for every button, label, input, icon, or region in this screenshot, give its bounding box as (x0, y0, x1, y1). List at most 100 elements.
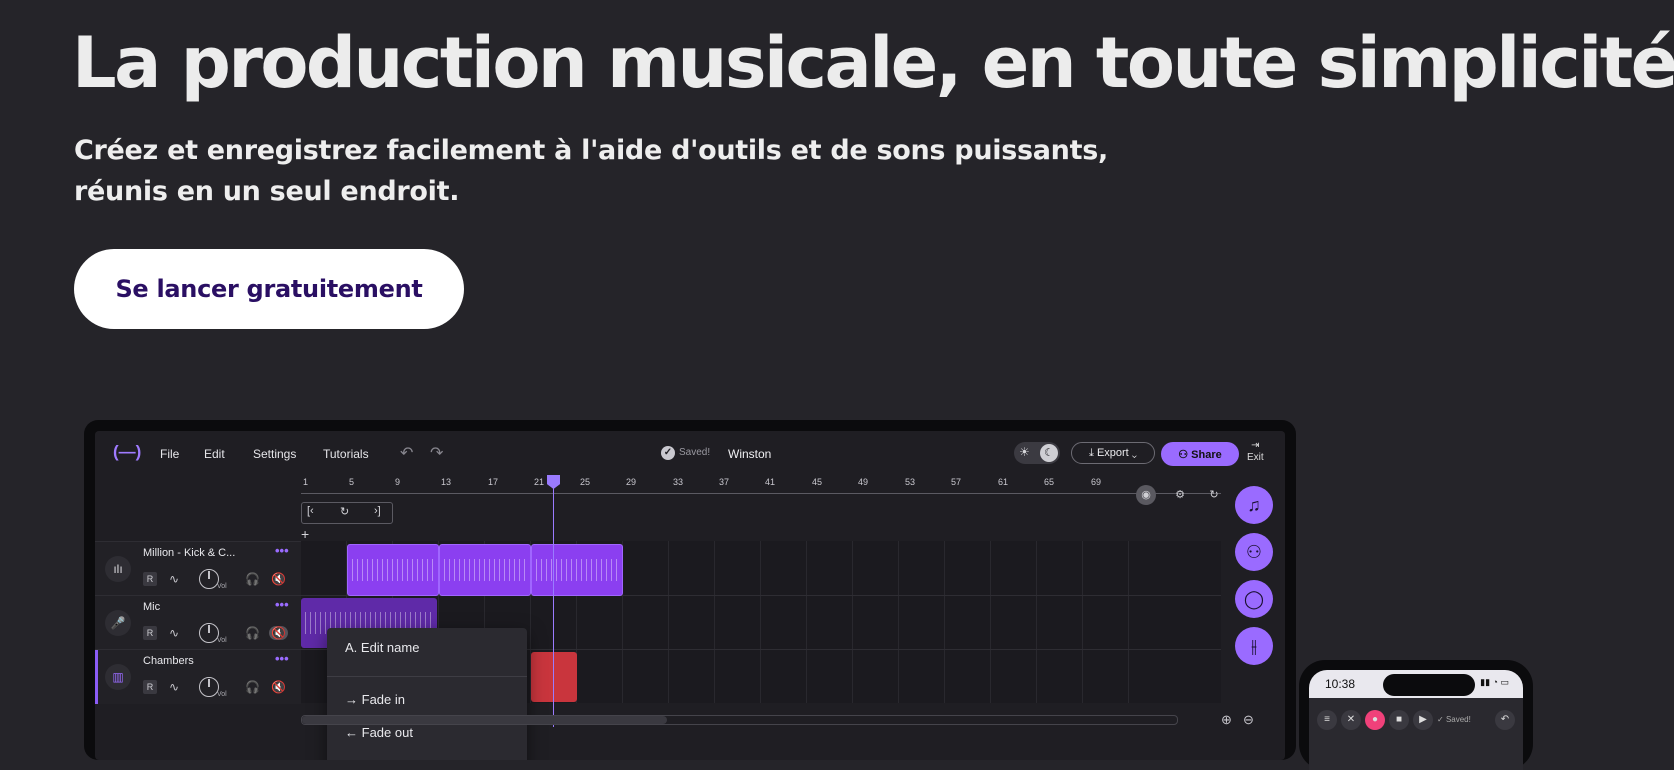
arrow-left-icon: ← (345, 725, 362, 740)
zoom-in-icon[interactable]: ⊕ (1221, 712, 1232, 728)
export-button[interactable]: ⤓ Export ⌄ (1071, 442, 1155, 464)
phone-toolbar: ≡ ✕ ● ■ ▶ ✓ Saved! ↶ (1309, 698, 1523, 748)
menu-item-fade-out[interactable]: ← Fade out (345, 725, 413, 740)
audio-clip[interactable] (347, 544, 439, 596)
ruler-tick: 57 (951, 477, 962, 487)
audio-clip[interactable] (439, 544, 531, 596)
mic-icon: 🎤 (105, 610, 131, 636)
menu-item-label: Fade out (361, 725, 413, 740)
exit-button[interactable]: ⇥ Exit (1247, 440, 1264, 464)
laptop-mockup: (—) File Edit Settings Tutorials ↶ ↷ ✓ S… (84, 420, 1296, 760)
hero-subtitle-line-2: réunis en un seul endroit. (74, 176, 460, 207)
more-options-icon[interactable]: ••• (275, 597, 289, 612)
rename-icon: A. (345, 640, 361, 655)
automation-icon[interactable]: ∿ (169, 680, 179, 694)
track-name[interactable]: Million - Kick & C... (143, 547, 235, 559)
hero-subtitle: Créez et enregistrez facilement à l'aide… (74, 130, 1174, 212)
volume-label: Vol (217, 637, 227, 644)
waveform-icon: ılı (105, 556, 131, 582)
ruler-tick: 45 (812, 477, 823, 487)
redo-icon[interactable]: ↷ (430, 443, 443, 463)
grid-line (944, 541, 945, 703)
stop-icon[interactable]: ■ (1389, 710, 1409, 730)
more-options-icon[interactable]: ••• (275, 651, 289, 666)
record-arm-button[interactable]: R (143, 626, 157, 640)
grid-line (1036, 541, 1037, 703)
more-options-icon[interactable]: ••• (275, 543, 289, 558)
headphones-icon[interactable]: 🎧 (245, 626, 260, 640)
waveform (536, 559, 618, 581)
chat-icon[interactable]: ◯ (1235, 580, 1273, 618)
track-name[interactable]: Chambers (143, 655, 194, 667)
metronome-icon[interactable]: ◉ (1136, 485, 1156, 505)
mute-icon[interactable]: 🔇 (271, 680, 286, 694)
loop-icon[interactable]: ↻ (340, 505, 349, 518)
track-header[interactable]: ılı Million - Kick & C... ••• R ∿ Vol 🎧 … (95, 541, 301, 596)
menu-item-edit-name[interactable]: A. Edit name (345, 640, 419, 655)
refresh-icon[interactable]: ↻ (1204, 485, 1224, 505)
start-free-button[interactable]: Se lancer gratuitement (74, 249, 464, 329)
hero-subtitle-line-1: Créez et enregistrez facilement à l'aide… (74, 135, 1108, 166)
grid-line (1128, 541, 1129, 703)
undo-icon[interactable]: ↶ (400, 443, 413, 463)
horizontal-scrollbar[interactable] (301, 715, 1178, 725)
project-name[interactable]: Winston (728, 447, 771, 461)
menu-file[interactable]: File (160, 447, 179, 461)
gear-icon[interactable]: ⚙ (1170, 485, 1190, 505)
menu-settings[interactable]: Settings (253, 447, 296, 461)
tools-icon[interactable]: ✕ (1341, 710, 1361, 730)
grid-line (760, 541, 761, 703)
track-header[interactable]: 🎤 Mic ••• R ∿ Vol 🎧 🔇 (95, 595, 301, 650)
theme-toggle[interactable]: ☀ ☾ (1014, 442, 1060, 464)
menu-icon[interactable]: ≡ (1317, 710, 1337, 730)
grid-line (806, 541, 807, 703)
undo-icon[interactable]: ↶ (1495, 710, 1515, 730)
export-label: Export (1096, 446, 1129, 459)
playhead (553, 477, 554, 727)
automation-icon[interactable]: ∿ (169, 572, 179, 586)
volume-label: Vol (217, 583, 227, 590)
record-icon[interactable]: ● (1365, 710, 1385, 730)
menu-item-fade-in[interactable]: → Fade in (345, 692, 405, 707)
loop-end-icon[interactable]: ›] (374, 505, 381, 517)
timeline-ruler[interactable]: 1 5 9 13 17 21 25 29 33 37 41 45 49 53 5… (301, 475, 1221, 499)
audio-clip[interactable] (531, 544, 623, 596)
menu-tutorials[interactable]: Tutorials (323, 447, 369, 461)
ruler-tick: 53 (905, 477, 916, 487)
mixer-icon[interactable]: ⫲ (1235, 627, 1273, 665)
track-name[interactable]: Mic (143, 601, 160, 613)
ruler-tick: 33 (673, 477, 684, 487)
studio-logo[interactable]: (—) (113, 442, 141, 462)
volume-knob[interactable] (199, 569, 219, 589)
automation-icon[interactable]: ∿ (169, 626, 179, 640)
ruler-tick: 21 (534, 477, 545, 487)
dynamic-island (1383, 674, 1475, 696)
track-header[interactable]: ▥ Chambers ••• R ∿ Vol 🎧 🔇 (95, 649, 301, 704)
ruler-tick: 5 (349, 477, 355, 487)
headphones-icon[interactable]: 🎧 (245, 680, 260, 694)
grid-line (1082, 541, 1083, 703)
volume-knob[interactable] (199, 677, 219, 697)
mute-icon[interactable]: 🔇 (269, 626, 288, 640)
zoom-out-icon[interactable]: ⊖ (1243, 712, 1254, 728)
menu-edit[interactable]: Edit (204, 447, 225, 461)
grid-line (852, 541, 853, 703)
collab-icon[interactable]: ⚇ (1235, 533, 1273, 571)
ruler-tick: 25 (580, 477, 591, 487)
volume-knob[interactable] (199, 623, 219, 643)
loop-start-icon[interactable]: [‹ (307, 505, 314, 517)
share-button[interactable]: ⚇ Share (1161, 442, 1239, 466)
add-track-button[interactable]: + (301, 526, 309, 542)
music-note-icon[interactable]: ♫ (1235, 486, 1273, 524)
record-arm-button[interactable]: R (143, 680, 157, 694)
play-icon[interactable]: ▶ (1413, 710, 1433, 730)
sun-icon: ☀ (1019, 445, 1030, 459)
ruler-tick: 49 (858, 477, 869, 487)
scrollbar-thumb[interactable] (302, 716, 667, 724)
moon-icon: ☾ (1040, 444, 1058, 462)
headphones-icon[interactable]: 🎧 (245, 572, 260, 586)
mute-icon[interactable]: 🔇 (271, 572, 286, 586)
midi-clip[interactable] (531, 652, 577, 702)
record-arm-button[interactable]: R (143, 572, 157, 586)
phone-saved-status: ✓ Saved! (1437, 715, 1471, 724)
